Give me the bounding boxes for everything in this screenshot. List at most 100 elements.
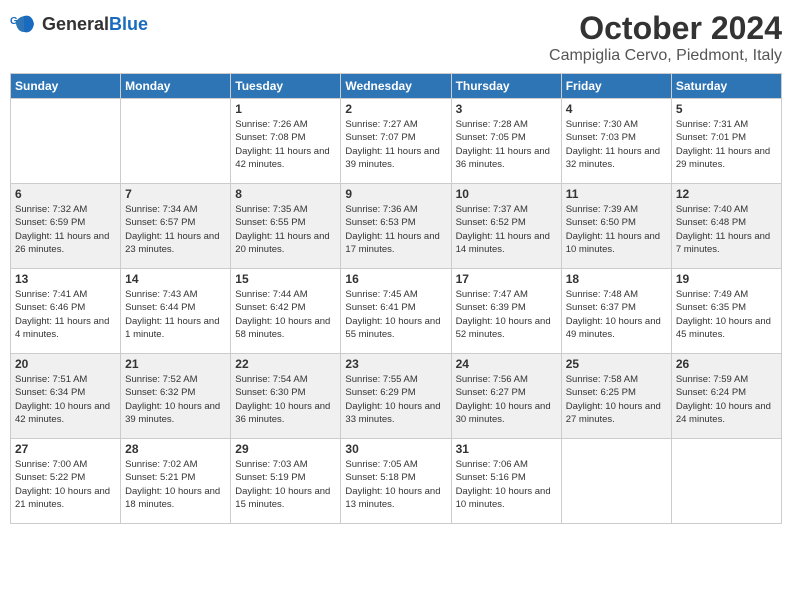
day-info: Sunrise: 7:47 AMSunset: 6:39 PMDaylight:… <box>456 288 557 341</box>
day-info: Sunrise: 7:06 AMSunset: 5:16 PMDaylight:… <box>456 458 557 511</box>
calendar-cell: 4Sunrise: 7:30 AMSunset: 7:03 PMDaylight… <box>561 99 671 184</box>
day-number: 18 <box>566 272 667 286</box>
day-number: 24 <box>456 357 557 371</box>
day-info: Sunrise: 7:02 AMSunset: 5:21 PMDaylight:… <box>125 458 226 511</box>
day-info: Sunrise: 7:03 AMSunset: 5:19 PMDaylight:… <box>235 458 336 511</box>
calendar-cell: 18Sunrise: 7:48 AMSunset: 6:37 PMDayligh… <box>561 269 671 354</box>
calendar-body: 1 Sunrise: 7:26 AMSunset: 7:08 PMDaylight… <box>11 99 782 524</box>
day-info: Sunrise: 7:55 AMSunset: 6:29 PMDaylight:… <box>345 373 446 426</box>
day-info: Sunrise: 7:36 AMSunset: 6:53 PMDaylight:… <box>345 203 446 256</box>
day-info: Sunrise: 7:52 AMSunset: 6:32 PMDaylight:… <box>125 373 226 426</box>
day-number: 26 <box>676 357 777 371</box>
weekday-header: Monday <box>121 74 231 99</box>
calendar-cell <box>121 99 231 184</box>
calendar-cell: 29 Sunrise: 7:03 AMSunset: 5:19 PMDayligh… <box>231 439 341 524</box>
calendar-cell <box>671 439 781 524</box>
day-number: 4 <box>566 102 667 116</box>
day-number: 27 <box>15 442 116 456</box>
calendar-cell: 2Sunrise: 7:27 AMSunset: 7:07 PMDaylight… <box>341 99 451 184</box>
calendar-cell: 5 Sunrise: 7:31 AMSunset: 7:01 PMDaylight… <box>671 99 781 184</box>
day-info: Sunrise: 7:31 AMSunset: 7:01 PMDaylight:… <box>676 118 777 171</box>
page-header: G GeneralBlue October 2024 Campiglia Cer… <box>10 10 782 65</box>
calendar-cell: 7 Sunrise: 7:34 AMSunset: 6:57 PMDaylight… <box>121 184 231 269</box>
calendar-cell <box>11 99 121 184</box>
calendar-cell: 17 Sunrise: 7:47 AMSunset: 6:39 PMDayligh… <box>451 269 561 354</box>
day-number: 6 <box>15 187 116 201</box>
calendar-week-row: 13Sunrise: 7:41 AMSunset: 6:46 PMDayligh… <box>11 269 782 354</box>
day-number: 23 <box>345 357 446 371</box>
day-info: Sunrise: 7:39 AMSunset: 6:50 PMDaylight:… <box>566 203 667 256</box>
weekday-header: Friday <box>561 74 671 99</box>
day-info: Sunrise: 7:51 AMSunset: 6:34 PMDaylight:… <box>15 373 116 426</box>
calendar-week-row: 20 Sunrise: 7:51 AMSunset: 6:34 PMDayligh… <box>11 354 782 439</box>
day-number: 12 <box>676 187 777 201</box>
weekday-header: Wednesday <box>341 74 451 99</box>
calendar-week-row: 6 Sunrise: 7:32 AMSunset: 6:59 PMDaylight… <box>11 184 782 269</box>
day-info: Sunrise: 7:44 AMSunset: 6:42 PMDaylight:… <box>235 288 336 341</box>
day-number: 20 <box>15 357 116 371</box>
calendar-cell: 23 Sunrise: 7:55 AMSunset: 6:29 PMDayligh… <box>341 354 451 439</box>
day-number: 29 <box>235 442 336 456</box>
day-number: 17 <box>456 272 557 286</box>
calendar-cell <box>561 439 671 524</box>
day-number: 5 <box>676 102 777 116</box>
day-info: Sunrise: 7:43 AMSunset: 6:44 PMDaylight:… <box>125 288 226 341</box>
day-number: 22 <box>235 357 336 371</box>
logo-icon: G <box>10 10 38 38</box>
title-block: October 2024 Campiglia Cervo, Piedmont, … <box>549 10 782 65</box>
calendar-cell: 20 Sunrise: 7:51 AMSunset: 6:34 PMDayligh… <box>11 354 121 439</box>
day-number: 8 <box>235 187 336 201</box>
calendar-cell: 10 Sunrise: 7:37 AMSunset: 6:52 PMDayligh… <box>451 184 561 269</box>
day-info: Sunrise: 7:00 AMSunset: 5:22 PMDaylight:… <box>15 458 116 511</box>
day-info: Sunrise: 7:35 AMSunset: 6:55 PMDaylight:… <box>235 203 336 256</box>
weekday-header: Saturday <box>671 74 781 99</box>
day-info: Sunrise: 7:56 AMSunset: 6:27 PMDaylight:… <box>456 373 557 426</box>
day-info: Sunrise: 7:49 AMSunset: 6:35 PMDaylight:… <box>676 288 777 341</box>
day-info: Sunrise: 7:45 AMSunset: 6:41 PMDaylight:… <box>345 288 446 341</box>
calendar-cell: 16Sunrise: 7:45 AMSunset: 6:41 PMDayligh… <box>341 269 451 354</box>
weekday-header: Sunday <box>11 74 121 99</box>
calendar-cell: 27 Sunrise: 7:00 AMSunset: 5:22 PMDayligh… <box>11 439 121 524</box>
day-number: 11 <box>566 187 667 201</box>
day-info: Sunrise: 7:34 AMSunset: 6:57 PMDaylight:… <box>125 203 226 256</box>
day-info: Sunrise: 7:37 AMSunset: 6:52 PMDaylight:… <box>456 203 557 256</box>
calendar-cell: 28 Sunrise: 7:02 AMSunset: 5:21 PMDayligh… <box>121 439 231 524</box>
calendar-cell: 25Sunrise: 7:58 AMSunset: 6:25 PMDayligh… <box>561 354 671 439</box>
day-number: 7 <box>125 187 226 201</box>
calendar-cell: 24 Sunrise: 7:56 AMSunset: 6:27 PMDayligh… <box>451 354 561 439</box>
calendar-cell: 13Sunrise: 7:41 AMSunset: 6:46 PMDayligh… <box>11 269 121 354</box>
day-info: Sunrise: 7:28 AMSunset: 7:05 PMDaylight:… <box>456 118 557 171</box>
day-number: 9 <box>345 187 446 201</box>
day-info: Sunrise: 7:41 AMSunset: 6:46 PMDaylight:… <box>15 288 116 341</box>
day-info: Sunrise: 7:59 AMSunset: 6:24 PMDaylight:… <box>676 373 777 426</box>
logo: G GeneralBlue <box>10 10 148 38</box>
day-number: 19 <box>676 272 777 286</box>
day-number: 28 <box>125 442 226 456</box>
calendar-cell: 22Sunrise: 7:54 AMSunset: 6:30 PMDayligh… <box>231 354 341 439</box>
calendar-table: SundayMondayTuesdayWednesdayThursdayFrid… <box>10 73 782 524</box>
calendar-week-row: 27 Sunrise: 7:00 AMSunset: 5:22 PMDayligh… <box>11 439 782 524</box>
location-title: Campiglia Cervo, Piedmont, Italy <box>549 47 782 65</box>
calendar-cell: 15Sunrise: 7:44 AMSunset: 6:42 PMDayligh… <box>231 269 341 354</box>
calendar-cell: 14Sunrise: 7:43 AMSunset: 6:44 PMDayligh… <box>121 269 231 354</box>
day-number: 10 <box>456 187 557 201</box>
month-title: October 2024 <box>549 10 782 47</box>
calendar-cell: 21Sunrise: 7:52 AMSunset: 6:32 PMDayligh… <box>121 354 231 439</box>
day-info: Sunrise: 7:05 AMSunset: 5:18 PMDaylight:… <box>345 458 446 511</box>
calendar-cell: 3 Sunrise: 7:28 AMSunset: 7:05 PMDaylight… <box>451 99 561 184</box>
calendar-cell: 6 Sunrise: 7:32 AMSunset: 6:59 PMDaylight… <box>11 184 121 269</box>
calendar-cell: 31Sunrise: 7:06 AMSunset: 5:16 PMDayligh… <box>451 439 561 524</box>
weekday-header: Thursday <box>451 74 561 99</box>
day-info: Sunrise: 7:32 AMSunset: 6:59 PMDaylight:… <box>15 203 116 256</box>
calendar-cell: 11 Sunrise: 7:39 AMSunset: 6:50 PMDayligh… <box>561 184 671 269</box>
day-number: 30 <box>345 442 446 456</box>
day-info: Sunrise: 7:26 AMSunset: 7:08 PMDaylight:… <box>235 118 336 171</box>
calendar-cell: 26 Sunrise: 7:59 AMSunset: 6:24 PMDayligh… <box>671 354 781 439</box>
calendar-cell: 12Sunrise: 7:40 AMSunset: 6:48 PMDayligh… <box>671 184 781 269</box>
calendar-week-row: 1 Sunrise: 7:26 AMSunset: 7:08 PMDaylight… <box>11 99 782 184</box>
calendar-cell: 8 Sunrise: 7:35 AMSunset: 6:55 PMDaylight… <box>231 184 341 269</box>
calendar-cell: 30 Sunrise: 7:05 AMSunset: 5:18 PMDayligh… <box>341 439 451 524</box>
day-info: Sunrise: 7:58 AMSunset: 6:25 PMDaylight:… <box>566 373 667 426</box>
day-number: 3 <box>456 102 557 116</box>
day-number: 1 <box>235 102 336 116</box>
